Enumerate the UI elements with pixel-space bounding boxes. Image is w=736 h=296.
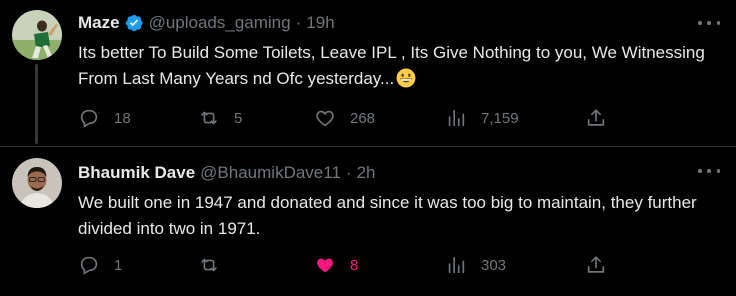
share-icon bbox=[587, 109, 605, 126]
retweet-icon bbox=[201, 111, 217, 125]
avatar-cricketer-image bbox=[12, 10, 62, 60]
display-name[interactable]: Bhaumik Dave bbox=[78, 163, 195, 183]
views-count: 303 bbox=[481, 256, 507, 274]
like-button[interactable]: 8 bbox=[314, 253, 358, 277]
retweet-icon bbox=[201, 258, 217, 272]
avatar[interactable] bbox=[12, 10, 62, 60]
share-icon bbox=[587, 256, 605, 273]
avatar[interactable] bbox=[12, 158, 62, 208]
share-button[interactable] bbox=[585, 253, 607, 277]
heart-filled-icon bbox=[317, 258, 333, 273]
thread-connector-line bbox=[35, 64, 38, 144]
views-button[interactable]: 303 bbox=[445, 253, 506, 277]
tweet-actions: 18 5 268 7,159 bbox=[78, 106, 736, 130]
reply-count: 1 bbox=[114, 256, 123, 274]
more-options-icon[interactable] bbox=[698, 15, 720, 31]
tweet[interactable]: Bhaumik Dave @BhaumikDave11 · 2h We buil… bbox=[0, 146, 736, 296]
retweet-button[interactable] bbox=[198, 253, 234, 277]
separator-dot: · bbox=[345, 163, 352, 182]
tweet-content: Bhaumik Dave @BhaumikDave11 · 2h We buil… bbox=[78, 162, 722, 242]
heart-icon bbox=[316, 110, 334, 127]
reply-button[interactable]: 18 bbox=[78, 106, 131, 130]
handle[interactable]: @uploads_gaming bbox=[149, 13, 291, 33]
reply-icon bbox=[80, 256, 98, 275]
like-button[interactable]: 268 bbox=[314, 106, 375, 130]
views-button[interactable]: 7,159 bbox=[445, 106, 519, 130]
tweet-text-body: We built one in 1947 and donated and sin… bbox=[78, 193, 697, 238]
display-name[interactable]: Maze bbox=[78, 13, 120, 33]
tweet-text: We built one in 1947 and donated and sin… bbox=[78, 190, 728, 242]
share-button[interactable] bbox=[585, 106, 607, 130]
tweet[interactable]: Maze @uploads_gaming · 19h Its better To… bbox=[0, 0, 736, 146]
tweet-text-body: Its better To Build Some Toilets, Leave … bbox=[78, 43, 705, 88]
retweet-count: 5 bbox=[234, 109, 243, 127]
conversation-thread: Maze @uploads_gaming · 19h Its better To… bbox=[0, 0, 736, 296]
reply-count: 18 bbox=[114, 109, 131, 127]
views-icon bbox=[448, 256, 465, 274]
timestamp[interactable]: 2h bbox=[357, 163, 376, 183]
timestamp[interactable]: 19h bbox=[306, 13, 334, 33]
more-options-icon[interactable] bbox=[698, 163, 720, 179]
separator-dot: · bbox=[295, 13, 302, 32]
reply-button[interactable]: 1 bbox=[78, 253, 122, 277]
avatar-portrait-image bbox=[12, 158, 62, 208]
retweet-button[interactable]: 5 bbox=[198, 106, 242, 130]
verified-badge-icon bbox=[124, 13, 144, 33]
tweet-content: Maze @uploads_gaming · 19h Its better To… bbox=[78, 12, 722, 92]
views-count: 7,159 bbox=[481, 109, 519, 127]
tweet-header: Maze @uploads_gaming · 19h bbox=[78, 12, 722, 34]
tweet-text: Its better To Build Some Toilets, Leave … bbox=[78, 40, 728, 92]
like-count: 268 bbox=[350, 109, 376, 127]
views-icon bbox=[448, 109, 465, 127]
grinning-face-icon bbox=[396, 68, 416, 88]
tweet-header: Bhaumik Dave @BhaumikDave11 · 2h bbox=[78, 162, 722, 184]
like-count: 8 bbox=[350, 256, 359, 274]
tweet-actions: 1 8 303 bbox=[78, 253, 736, 277]
reply-icon bbox=[80, 109, 98, 128]
handle[interactable]: @BhaumikDave11 bbox=[200, 163, 341, 183]
